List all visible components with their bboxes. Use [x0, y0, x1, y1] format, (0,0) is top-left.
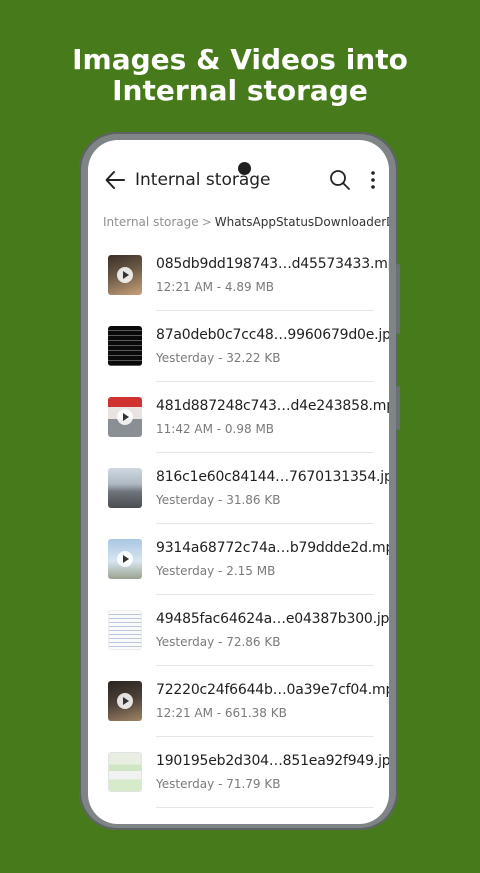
- file-name: 9314a68772c74a…b79ddde2d.mp4: [156, 540, 389, 556]
- chevron-right-icon: >: [201, 215, 212, 229]
- file-name: 816c1e60c84144…7670131354.jpg: [156, 469, 389, 485]
- video-thumbnail: [108, 681, 142, 721]
- file-name: 481d887248c743…d4e243858.mp4: [156, 398, 389, 414]
- file-name: 085db9dd198743…d45573433.mp4: [156, 256, 389, 272]
- breadcrumb-current: WhatsAppStatusDownloaderDir: [214, 215, 389, 229]
- file-list-item[interactable]: 87a0deb0c7cc48…9960679d0e.jpg Yesterday …: [88, 311, 389, 382]
- file-list-item[interactable]: 481d887248c743…d4e243858.mp4 11:42 AM - …: [88, 382, 389, 453]
- video-thumbnail: [108, 539, 142, 579]
- image-thumbnail: [108, 752, 142, 792]
- file-list-item[interactable]: 9314a68772c74a…b79ddde2d.mp4 Yesterday -…: [88, 524, 389, 595]
- file-name: 72220c24f6644b…0a39e7cf04.mp4: [156, 682, 389, 698]
- breadcrumb: Internal storage > WhatsAppStatusDownloade…: [103, 215, 389, 229]
- play-icon: [117, 551, 133, 567]
- more-vert-icon[interactable]: [368, 169, 378, 191]
- play-icon: [117, 409, 133, 425]
- file-list-item[interactable]: 72220c24f6644b…0a39e7cf04.mp4 12:21 AM -…: [88, 666, 389, 737]
- headline-line-1: Images & Videos into: [72, 43, 408, 76]
- phone-side-button: [396, 264, 400, 334]
- file-meta: 12:21 AM - 4.89 MB: [156, 280, 275, 294]
- file-meta: 11:42 AM - 0.98 MB: [156, 422, 275, 436]
- file-meta: Yesterday - 2.15 MB: [156, 564, 276, 578]
- file-list-item[interactable]: 085db9dd198743…d45573433.mp4 12:21 AM - …: [88, 240, 389, 311]
- file-name: 190195eb2d304…851ea92f949.jpg: [156, 753, 389, 769]
- file-list: 085db9dd198743…d45573433.mp4 12:21 AM - …: [88, 240, 389, 808]
- file-meta: Yesterday - 31.86 KB: [156, 493, 281, 507]
- file-list-item[interactable]: 816c1e60c84144…7670131354.jpg Yesterday …: [88, 453, 389, 524]
- arrow-left-icon[interactable]: [104, 169, 126, 191]
- file-meta: Yesterday - 72.86 KB: [156, 635, 281, 649]
- image-thumbnail: [108, 468, 142, 508]
- promo-headline: Images & Videos into Internal storage: [0, 44, 480, 106]
- headline-line-2: Internal storage: [112, 74, 368, 107]
- image-thumbnail: [108, 326, 142, 366]
- file-name: 49485fac64624a…e04387b300.jpg: [156, 611, 389, 627]
- breadcrumb-root[interactable]: Internal storage: [103, 215, 199, 229]
- play-icon: [117, 267, 133, 283]
- page-title: Internal storage: [135, 170, 271, 190]
- file-meta: Yesterday - 71.79 KB: [156, 777, 281, 791]
- phone-frame: Internal storage Internal storage > WhatsA…: [79, 132, 400, 830]
- file-meta: 12:21 AM - 661.38 KB: [156, 706, 287, 720]
- play-icon: [117, 693, 133, 709]
- file-list-item[interactable]: 49485fac64624a…e04387b300.jpg Yesterday …: [88, 595, 389, 666]
- front-camera: [238, 162, 251, 175]
- video-thumbnail: [108, 255, 142, 295]
- image-thumbnail: [108, 610, 142, 650]
- phone-side-button: [396, 386, 400, 430]
- file-name: 87a0deb0c7cc48…9960679d0e.jpg: [156, 327, 389, 343]
- file-meta: Yesterday - 32.22 KB: [156, 351, 281, 365]
- search-icon[interactable]: [329, 169, 351, 191]
- phone-screen: Internal storage Internal storage > WhatsA…: [88, 140, 389, 824]
- file-list-item[interactable]: 190195eb2d304…851ea92f949.jpg Yesterday …: [88, 737, 389, 808]
- video-thumbnail: [108, 397, 142, 437]
